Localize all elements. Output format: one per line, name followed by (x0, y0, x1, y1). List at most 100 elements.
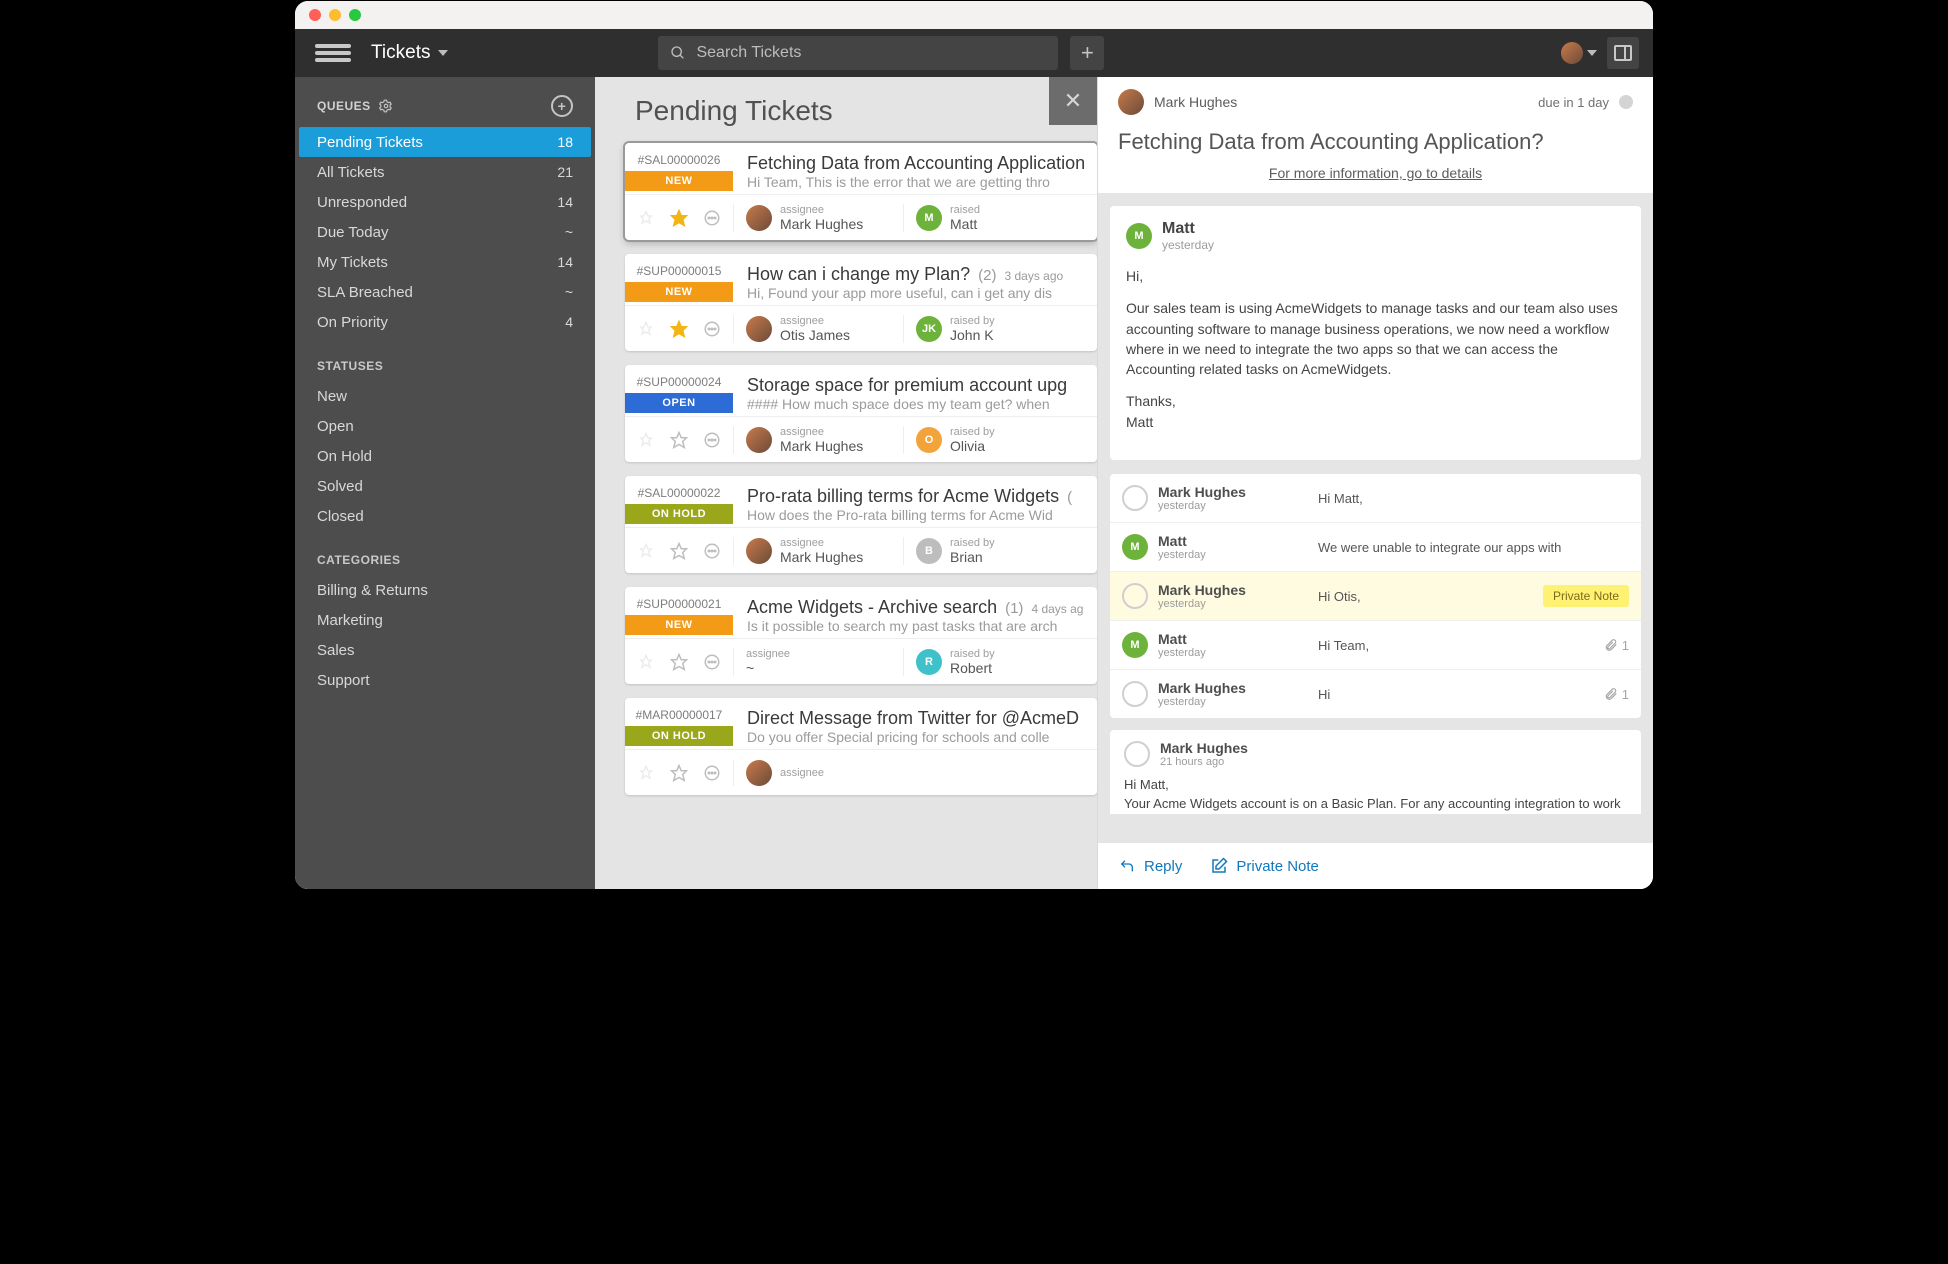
more-icon[interactable] (700, 761, 724, 785)
avatar (746, 538, 772, 564)
raised-by[interactable]: M raisedMatt (903, 204, 1073, 232)
pin-icon[interactable] (634, 428, 658, 452)
latest-message[interactable]: Mark Hughes 21 hours ago Hi Matt, Your A… (1110, 730, 1641, 814)
reply-button[interactable]: Reply (1118, 857, 1182, 875)
status-item[interactable]: On Hold (295, 441, 595, 471)
queue-item[interactable]: On Priority 4 (295, 307, 595, 337)
raised-by[interactable]: O raised byOlivia (903, 426, 1073, 454)
pin-icon[interactable] (634, 206, 658, 230)
category-item[interactable]: Support (295, 665, 595, 695)
ticket-subject: Pro-rata billing terms for Acme Widgets … (747, 486, 1083, 507)
star-icon[interactable] (667, 428, 691, 452)
reply-row[interactable]: Mark Hughesyesterday Hi Matt, (1110, 474, 1641, 523)
ticket-preview: Do you offer Special pricing for schools… (747, 729, 1083, 745)
more-icon[interactable] (700, 317, 724, 341)
more-icon[interactable] (700, 428, 724, 452)
paperclip-icon (1604, 687, 1618, 701)
raised-by[interactable]: B raised byBrian (903, 537, 1073, 565)
pin-icon[interactable] (634, 317, 658, 341)
close-detail-button[interactable]: ✕ (1049, 77, 1097, 125)
category-item[interactable]: Sales (295, 635, 595, 665)
reply-row[interactable]: M Mattyesterday Hi Team, 1 (1110, 621, 1641, 670)
queue-count: 4 (565, 314, 573, 330)
panel-toggle-button[interactable] (1607, 37, 1639, 69)
detail-header: Mark Hughes due in 1 day Fetching Data f… (1098, 77, 1653, 194)
category-item[interactable]: Marketing (295, 605, 595, 635)
status-badge: ON HOLD (625, 726, 733, 746)
queue-item[interactable]: SLA Breached~ (295, 277, 595, 307)
assignee[interactable]: assigneeMark Hughes (733, 204, 903, 232)
queue-item[interactable]: Due Today~ (295, 217, 595, 247)
more-icon[interactable] (700, 206, 724, 230)
ticket-card[interactable]: #SAL00000026 NEW Fetching Data from Acco… (625, 143, 1097, 240)
category-item[interactable]: Billing & Returns (295, 575, 595, 605)
pin-icon[interactable] (634, 761, 658, 785)
status-item[interactable]: Closed (295, 501, 595, 531)
more-icon[interactable] (700, 650, 724, 674)
raised-by[interactable]: R raised byRobert (903, 648, 1073, 676)
ticket-preview: Hi, Found your app more useful, can i ge… (747, 285, 1083, 301)
reply-row[interactable]: M Mattyesterday We were unable to integr… (1110, 523, 1641, 572)
contact-name: Mark Hughes (1154, 94, 1237, 110)
profile-menu[interactable] (1559, 36, 1599, 70)
pin-icon[interactable] (634, 539, 658, 563)
assignee[interactable]: assigneeMark Hughes (733, 537, 903, 565)
reply-row[interactable]: Mark Hughesyesterday Hi 1 (1110, 670, 1641, 718)
assignee[interactable]: assignee (733, 760, 903, 786)
queue-item[interactable]: My Tickets14 (295, 247, 595, 277)
details-link[interactable]: For more information, go to details (1118, 165, 1633, 193)
ticket-card[interactable]: #SUP00000024 OPEN Storage space for prem… (625, 365, 1097, 462)
more-icon[interactable] (700, 539, 724, 563)
add-queue-button[interactable]: + (551, 95, 573, 117)
reply-row[interactable]: Mark Hughesyesterday Hi Otis, Private No… (1110, 572, 1641, 621)
close-window-icon[interactable] (309, 9, 321, 21)
star-icon[interactable] (667, 206, 691, 230)
queue-item[interactable]: All Tickets21 (295, 157, 595, 187)
chevron-down-icon (1587, 50, 1597, 56)
star-icon[interactable] (667, 539, 691, 563)
minimize-window-icon[interactable] (329, 9, 341, 21)
ticket-list-panel: ✕ Pending Tickets #SAL00000026 NEW Fetch… (595, 77, 1097, 889)
private-note-button[interactable]: Private Note (1210, 857, 1319, 875)
avatar (1561, 42, 1583, 64)
queue-item[interactable]: Pending Tickets18 (299, 127, 591, 157)
star-icon[interactable] (667, 761, 691, 785)
module-title: Tickets (371, 42, 430, 64)
message-body: Hi, Our sales team is using AcmeWidgets … (1126, 266, 1625, 432)
ticket-card[interactable]: #SUP00000015 NEW How can i change my Pla… (625, 254, 1097, 351)
main-body: QUEUES + Pending Tickets18All Tickets21U… (295, 77, 1653, 889)
module-switcher[interactable]: Tickets (371, 42, 448, 64)
menu-icon[interactable] (315, 44, 351, 62)
gear-icon[interactable] (379, 99, 393, 113)
star-icon[interactable] (667, 317, 691, 341)
status-item[interactable]: Open (295, 411, 595, 441)
assignee[interactable]: assignee~ (733, 648, 903, 676)
status-item[interactable]: Solved (295, 471, 595, 501)
queue-label: On Priority (317, 314, 388, 331)
raised-by[interactable]: JK raised byJohn K (903, 315, 1073, 343)
new-ticket-button[interactable]: + (1070, 36, 1104, 70)
status-dot[interactable] (1619, 95, 1633, 109)
pin-icon[interactable] (634, 650, 658, 674)
app-window: Tickets Search Tickets + QUEUES + Pendin… (294, 0, 1654, 890)
ticket-card[interactable]: #SUP00000021 NEW Acme Widgets - Archive … (625, 587, 1097, 684)
assignee[interactable]: assigneeMark Hughes (733, 426, 903, 454)
ticket-title: Fetching Data from Accounting Applicatio… (1118, 129, 1633, 155)
maximize-window-icon[interactable] (349, 9, 361, 21)
assignee[interactable]: assigneeOtis James (733, 315, 903, 343)
list-title: Pending Tickets (635, 95, 833, 127)
reply-icon (1118, 858, 1136, 874)
reply-snippet: Hi Otis, (1318, 589, 1533, 604)
ticket-id: #MAR00000017 (636, 708, 723, 722)
mac-titlebar (295, 1, 1653, 29)
status-badge: ON HOLD (625, 504, 733, 524)
status-item[interactable]: New (295, 381, 595, 411)
ticket-list: #SAL00000026 NEW Fetching Data from Acco… (595, 133, 1097, 889)
ticket-card[interactable]: #MAR00000017 ON HOLD Direct Message from… (625, 698, 1097, 795)
search-input[interactable]: Search Tickets (658, 36, 1058, 70)
queue-item[interactable]: Unresponded14 (295, 187, 595, 217)
ticket-card[interactable]: #SAL00000022 ON HOLD Pro-rata billing te… (625, 476, 1097, 573)
main-message[interactable]: M Matt yesterday Hi, Our sales team is u… (1110, 206, 1641, 460)
star-icon[interactable] (667, 650, 691, 674)
queues-label: QUEUES (317, 99, 371, 113)
